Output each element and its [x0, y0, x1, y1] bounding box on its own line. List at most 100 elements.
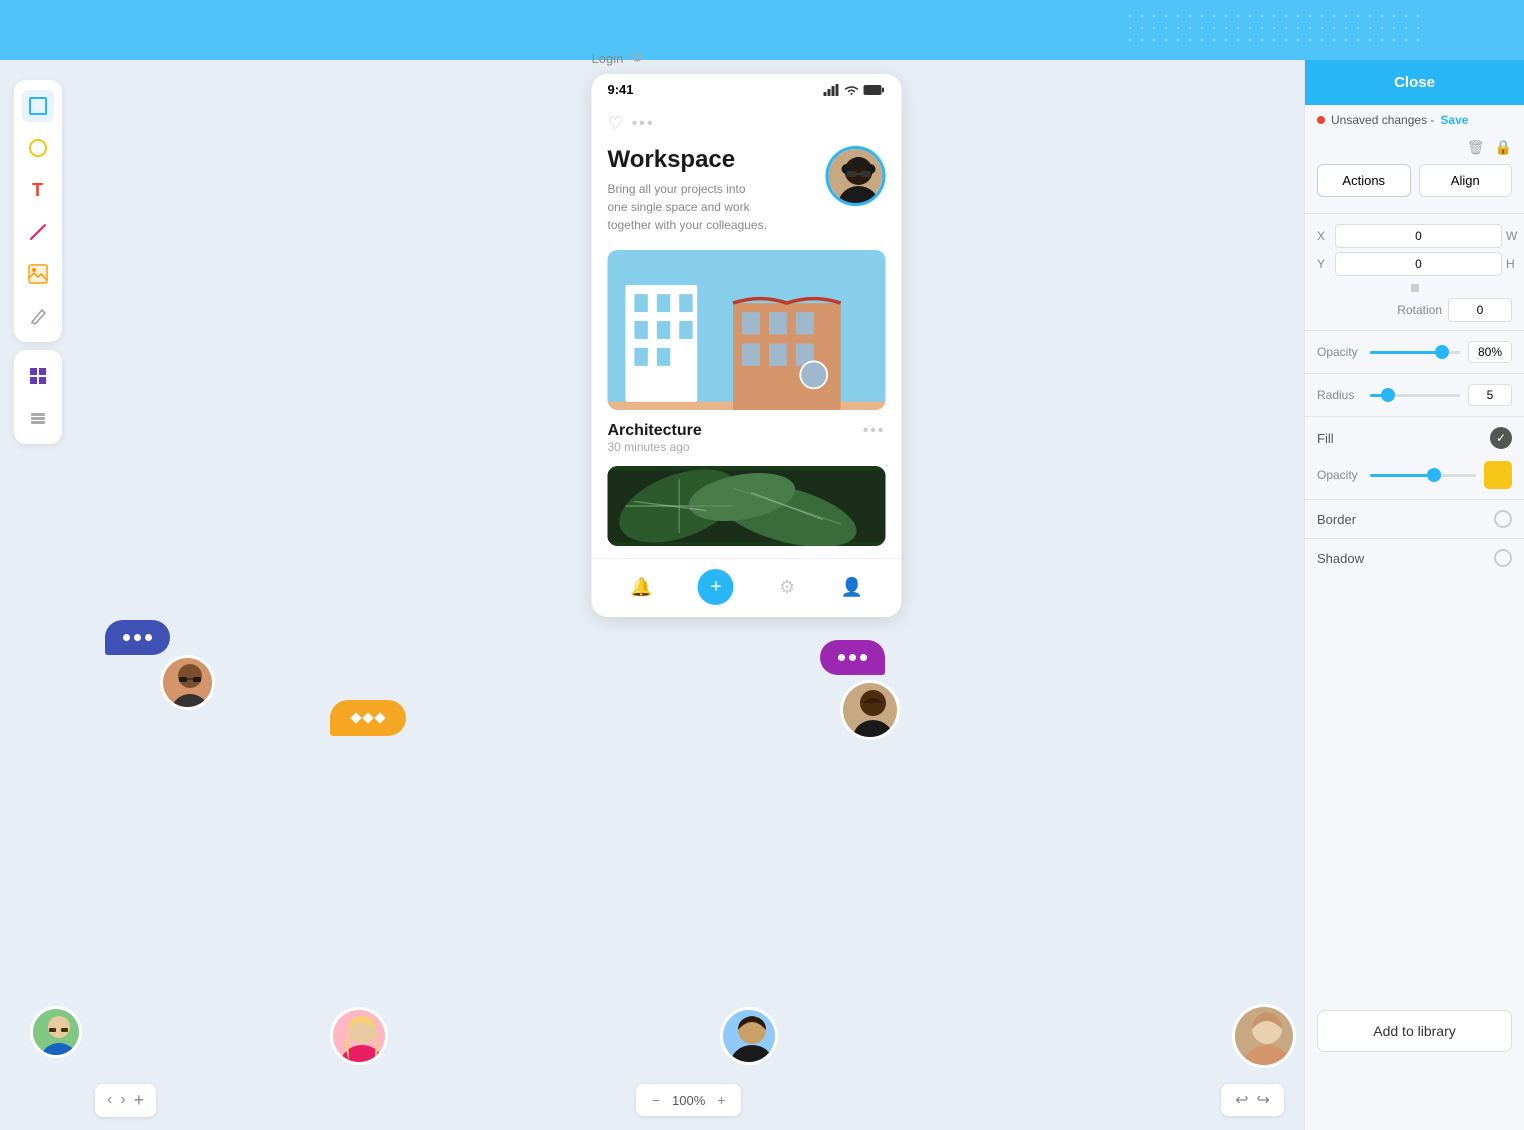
tool-rectangle[interactable] — [22, 90, 54, 122]
center-point — [1411, 284, 1419, 292]
bubble-dot-4 — [838, 654, 845, 661]
card-title: Architecture — [608, 422, 702, 440]
tool-pencil[interactable] — [22, 300, 54, 332]
avatar-bottom-2 — [330, 1007, 388, 1065]
h-cell: H — [1506, 252, 1524, 276]
fill-opacity-thumb[interactable] — [1427, 468, 1441, 482]
x-label: X — [1317, 229, 1331, 243]
radius-value[interactable] — [1468, 384, 1512, 406]
lock-icon[interactable]: 🔒 — [1495, 139, 1512, 156]
zoom-plus-btn[interactable]: + — [713, 1090, 729, 1110]
shadow-label: Shadow — [1317, 551, 1488, 566]
y-label: Y — [1317, 257, 1331, 271]
card-image — [608, 250, 886, 410]
w-label: W — [1506, 229, 1520, 243]
actions-align-row: Actions Align — [1305, 164, 1524, 209]
nav-next-btn[interactable]: › — [120, 1091, 125, 1109]
zoom-controls: − 100% + — [636, 1084, 742, 1116]
align-tab[interactable]: Align — [1419, 164, 1513, 197]
phone-time: 9:41 — [608, 82, 634, 97]
tool-text[interactable]: T — [22, 174, 54, 206]
save-link[interactable]: Save — [1440, 113, 1468, 127]
shadow-toggle[interactable] — [1494, 549, 1512, 567]
bubble-dot-3 — [145, 634, 152, 641]
diamond-2 — [362, 712, 373, 723]
fill-opacity-track[interactable] — [1370, 474, 1476, 477]
nav-add-btn[interactable]: + — [134, 1090, 145, 1111]
y-cell: Y — [1317, 252, 1502, 276]
delete-icon[interactable]: 🗑 — [1467, 139, 1485, 156]
profile-nav-icon[interactable]: 👤 — [840, 577, 862, 598]
more-dots-icon[interactable]: ••• — [632, 115, 655, 133]
add-nav-button[interactable]: + — [698, 569, 734, 605]
radius-label: Radius — [1317, 388, 1362, 402]
toolbar-panel-top: T — [14, 80, 62, 342]
divider-6 — [1305, 538, 1524, 539]
divider-2 — [1305, 330, 1524, 331]
yellow-chat-bubble — [330, 700, 406, 736]
opacity-fill — [1370, 351, 1442, 354]
phone-screen: 9:41 — [592, 74, 902, 617]
bubble-dot-1 — [123, 634, 130, 641]
redo-btn[interactable]: ↪ — [1257, 1090, 1270, 1110]
tool-grid[interactable] — [22, 360, 54, 392]
shadow-row: Shadow — [1305, 543, 1524, 573]
bottom-toolbar: ‹ › + − 100% + ↩ ↪ — [75, 1070, 1304, 1130]
bubble-dots-1 — [123, 634, 152, 641]
fill-check[interactable]: ✓ — [1490, 427, 1512, 449]
diamond-1 — [350, 712, 361, 723]
workspace-desc: Bring all your projects into one single … — [608, 180, 768, 234]
bubble-dot-6 — [860, 654, 867, 661]
close-button[interactable]: Close — [1305, 60, 1524, 105]
nav-prev-btn[interactable]: ‹ — [107, 1091, 112, 1109]
left-toolbar: T — [0, 60, 75, 1130]
border-toggle[interactable] — [1494, 510, 1512, 528]
unsaved-bar: Unsaved changes - Save — [1305, 105, 1524, 135]
bell-nav-icon[interactable]: 🔔 — [630, 577, 652, 598]
add-library-button[interactable]: Add to library — [1317, 1010, 1512, 1052]
zoom-minus-btn[interactable]: − — [648, 1090, 664, 1110]
xywh-grid: X W Y H — [1305, 218, 1524, 282]
avatar-blue-bubble — [160, 655, 215, 710]
card-text: Architecture 30 minutes ago — [608, 422, 702, 454]
building-svg — [608, 250, 886, 410]
opacity-row: Opacity — [1305, 335, 1524, 369]
bubble-dots-2 — [838, 654, 867, 661]
page-label-text: Login — [592, 51, 624, 66]
actions-tab[interactable]: Actions — [1317, 164, 1411, 197]
status-icons — [824, 84, 886, 96]
heart-icon[interactable]: ♡ — [608, 113, 624, 134]
phone-bottom-nav: 🔔 + ⚙ 👤 — [592, 558, 902, 617]
history-controls: ↩ ↪ — [1221, 1084, 1284, 1116]
border-label: Border — [1317, 512, 1488, 527]
y-input[interactable] — [1335, 252, 1502, 276]
phone-label: Login ⚙ — [592, 50, 902, 66]
card-time: 30 minutes ago — [608, 440, 702, 454]
zoom-level-text: 100% — [672, 1093, 705, 1108]
tool-circle[interactable] — [22, 132, 54, 164]
rotation-input[interactable] — [1448, 298, 1512, 322]
opacity-thumb[interactable] — [1435, 345, 1449, 359]
fill-opacity-row: Opacity — [1305, 455, 1524, 495]
opacity-value[interactable] — [1468, 341, 1512, 363]
fill-row: Fill ✓ — [1305, 421, 1524, 455]
divider-5 — [1305, 499, 1524, 500]
tool-layers[interactable] — [22, 402, 54, 434]
settings-nav-icon[interactable]: ⚙ — [779, 577, 795, 598]
tool-pen[interactable] — [22, 216, 54, 248]
radius-row: Radius — [1305, 378, 1524, 412]
border-row: Border — [1305, 504, 1524, 534]
undo-btn[interactable]: ↩ — [1235, 1090, 1248, 1110]
radius-thumb[interactable] — [1381, 388, 1395, 402]
h-label: H — [1506, 257, 1520, 271]
divider-4 — [1305, 416, 1524, 417]
fill-color-swatch[interactable] — [1484, 461, 1512, 489]
x-input[interactable] — [1335, 224, 1502, 248]
radius-track[interactable] — [1370, 394, 1460, 397]
opacity-track[interactable] — [1370, 351, 1460, 354]
unsaved-dot — [1317, 116, 1325, 124]
tool-image[interactable] — [22, 258, 54, 290]
avatar-bottom-1 — [30, 1006, 82, 1058]
phone-container: Login ⚙ 9:41 — [592, 50, 902, 617]
card-more-icon[interactable]: ••• — [863, 422, 886, 440]
